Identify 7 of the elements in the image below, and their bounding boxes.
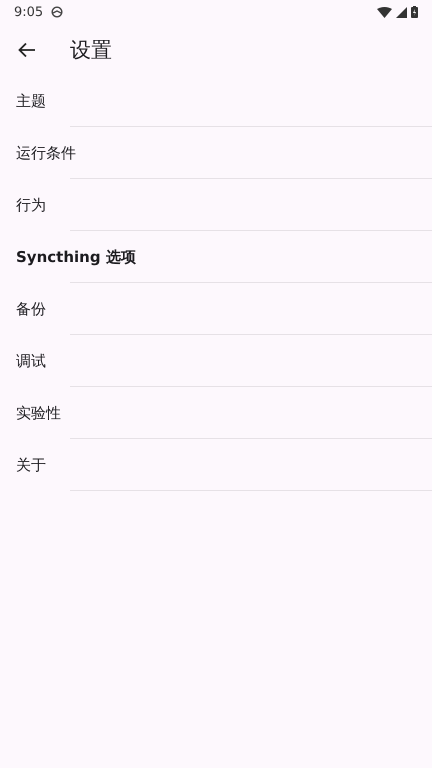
status-time: 9:05: [14, 4, 44, 20]
back-arrow-icon: [18, 42, 36, 58]
wifi-icon: [377, 6, 392, 18]
page-title: 设置: [70, 37, 112, 64]
battery-icon: [411, 6, 418, 18]
signal-icon: [396, 6, 407, 18]
sync-status-icon: [51, 6, 64, 18]
